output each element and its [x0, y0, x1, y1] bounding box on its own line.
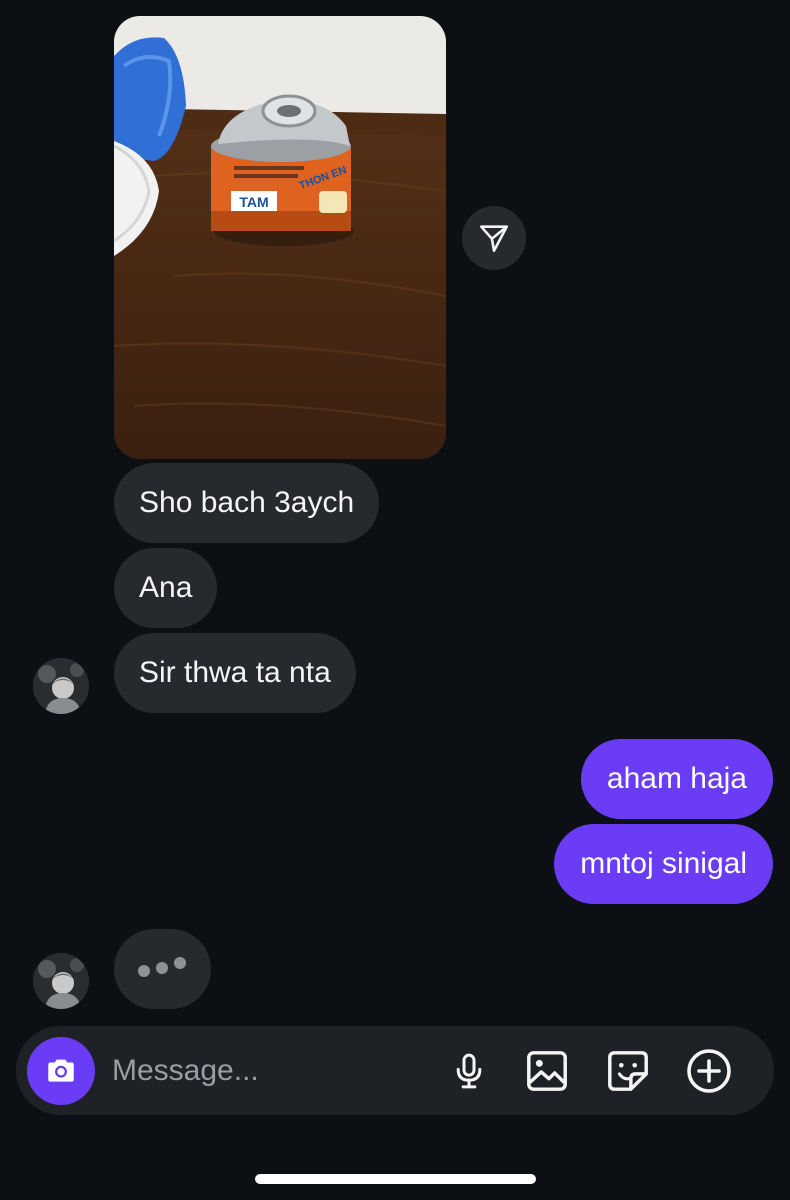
message-text: Sir thwa ta nta — [139, 656, 331, 689]
microphone-icon — [456, 1053, 482, 1089]
message-text: Sho bach 3aych — [139, 486, 355, 519]
share-button[interactable] — [462, 206, 526, 270]
avatar-image — [33, 953, 89, 1009]
avatar-image — [33, 658, 89, 714]
message-text: mntoj sinigal — [580, 847, 747, 880]
sticker-button[interactable] — [603, 1046, 653, 1096]
voice-message-button[interactable] — [444, 1046, 494, 1096]
svg-text:TAM: TAM — [239, 194, 268, 210]
typing-dot — [156, 962, 168, 974]
share-icon — [479, 225, 509, 253]
chat-screen: TAM THON EN Sho bach 3aych Ana Sir thwa … — [0, 0, 790, 1200]
message-text: Ana — [139, 571, 193, 604]
message-text: aham haja — [606, 762, 747, 795]
typing-dot — [138, 965, 150, 977]
message-composer — [16, 1026, 774, 1115]
incoming-message[interactable]: Sir thwa ta nta — [114, 633, 356, 713]
incoming-message[interactable]: Sho bach 3aych — [114, 463, 380, 543]
home-indicator[interactable] — [255, 1174, 536, 1184]
camera-icon — [48, 1059, 74, 1082]
typing-indicator — [114, 929, 211, 1009]
tuna-can-photo: TAM THON EN — [114, 16, 446, 459]
incoming-message[interactable]: Ana — [114, 548, 218, 628]
gallery-icon — [527, 1051, 567, 1091]
outgoing-message[interactable]: mntoj sinigal — [554, 824, 773, 904]
typing-dot — [174, 957, 186, 969]
sticker-icon — [608, 1051, 648, 1091]
gallery-button[interactable] — [522, 1046, 572, 1096]
message-input[interactable] — [112, 1048, 422, 1094]
outgoing-message[interactable]: aham haja — [580, 739, 773, 819]
photo-message[interactable]: TAM THON EN — [114, 16, 446, 459]
camera-button[interactable] — [27, 1037, 95, 1105]
sender-avatar[interactable] — [33, 658, 89, 714]
sender-avatar[interactable] — [33, 953, 89, 1009]
more-options-button[interactable] — [684, 1046, 734, 1096]
plus-icon — [687, 1049, 731, 1093]
